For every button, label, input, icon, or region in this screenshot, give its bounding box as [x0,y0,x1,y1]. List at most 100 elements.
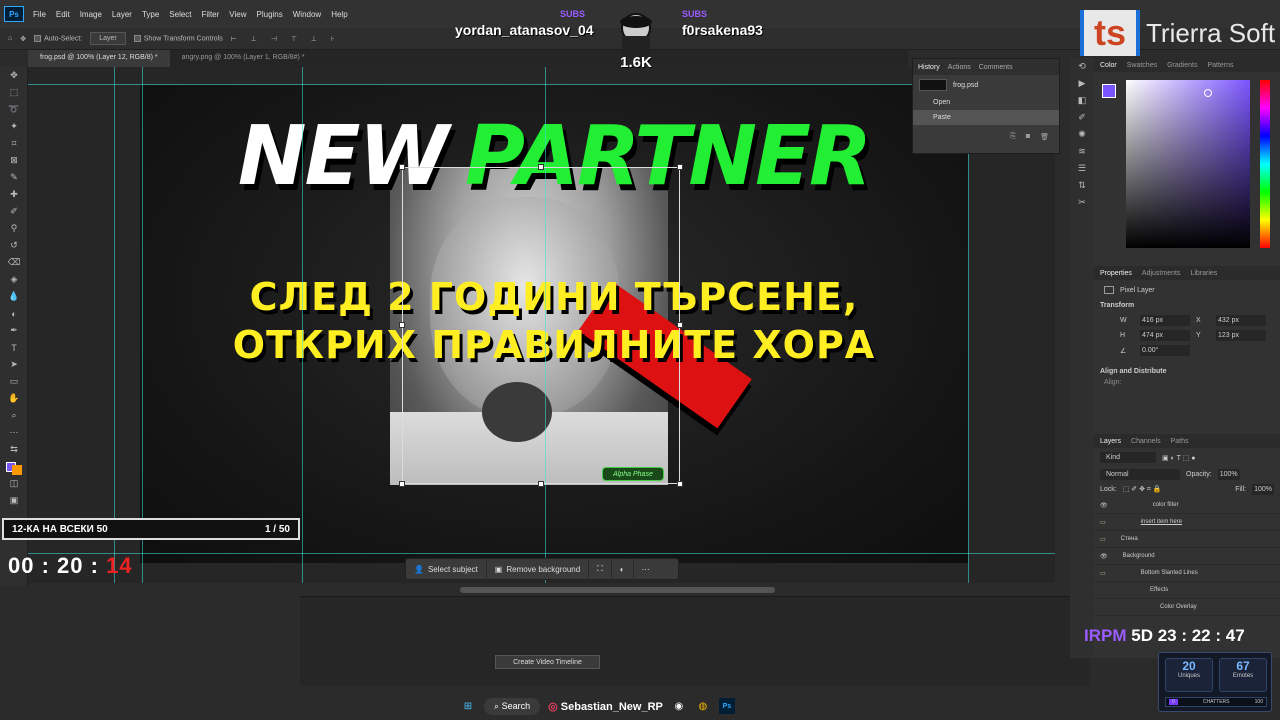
path-select-icon[interactable]: ➤ [0,356,28,373]
tools-panel-icon[interactable]: ✂ [1070,194,1094,211]
transform-icon[interactable]: ⛶ [589,558,612,580]
tab-history[interactable]: History [918,64,940,71]
magic-wand-icon[interactable]: ✦ [0,118,28,135]
menu-type[interactable]: Type [137,10,164,19]
brush-panel-icon[interactable]: ✐ [1070,109,1094,126]
frame-icon[interactable]: ⊠ [0,152,28,169]
zoom-icon[interactable]: ⌕ [0,407,28,424]
adjust-panel-icon[interactable]: ⇅ [1070,177,1094,194]
menu-view[interactable]: View [224,10,251,19]
transform-handle-t[interactable] [538,164,544,170]
tab-gradients[interactable]: Gradients [1167,62,1197,69]
tab-layers[interactable]: Layers [1100,438,1121,445]
fill-field[interactable]: 100% [1252,484,1274,495]
move-tool-icon[interactable]: ✥ [20,35,26,43]
wave-icon[interactable]: ≋ [1070,143,1094,160]
create-video-timeline-button[interactable]: Create Video Timeline [495,655,600,669]
move-icon[interactable]: ✥ [0,67,28,84]
layer-row[interactable]: Effects [1094,582,1280,599]
menu-file[interactable]: File [28,10,51,19]
opacity-field[interactable]: 100% [1217,469,1240,480]
app-icon[interactable]: ◉ [671,698,687,714]
hue-slider[interactable] [1260,80,1270,248]
remove-background-button[interactable]: ▣ Remove background [487,558,590,580]
quick-mask-icon[interactable]: ◫ [0,475,28,492]
photoshop-taskbar-icon[interactable]: Ps [718,698,735,714]
more-tools-icon[interactable]: ⋯ [0,424,28,441]
chrome-icon[interactable]: ◍ [695,698,711,714]
history-panel-icon[interactable]: ⟲ [1070,58,1094,75]
color-picker-field[interactable] [1126,80,1250,248]
lock-icons[interactable]: ⬚ ✐ ✥ ⌗ 🔒 [1123,485,1162,494]
crop-icon[interactable]: ⌗ [0,135,28,152]
menu-image[interactable]: Image [75,10,107,19]
layer-row[interactable]: 👁 color filter [1094,497,1280,514]
sliders-icon[interactable]: ☰ [1070,160,1094,177]
tab-comments[interactable]: Comments [979,64,1013,71]
tab-paths[interactable]: Paths [1171,438,1189,445]
history-snapshot[interactable]: frog.psd [913,75,1059,95]
more-icon[interactable]: ⋯ [634,558,658,580]
color-swatches-icon[interactable] [0,458,28,475]
pen-icon[interactable]: ✒ [0,322,28,339]
blend-mode-dropdown[interactable]: Normal [1100,469,1180,480]
shape-icon[interactable]: ▭ [0,373,28,390]
bucket-icon[interactable]: ◈ [0,271,28,288]
tab-adjustments[interactable]: Adjustments [1142,270,1181,277]
transform-handle-br[interactable] [677,481,683,487]
type-icon[interactable]: T [0,339,28,356]
transform-handle-l[interactable] [399,322,405,328]
height-field[interactable]: 474 px [1140,330,1190,341]
trash-icon[interactable]: 🗑 [1040,133,1049,141]
windows-start-icon[interactable]: ⊞ [460,698,476,714]
x-field[interactable]: 432 px [1216,315,1266,326]
eyedropper-icon[interactable]: ✎ [0,169,28,186]
align-icons[interactable]: ⊢ ⊥ ⊣ ⊤ ⊥ ⊦ [231,35,341,43]
auto-select-checkbox[interactable]: Auto-Select: [34,34,82,42]
select-subject-button[interactable]: 👤 Select subject [406,558,487,580]
layer-row[interactable]: 👁 Background [1094,548,1280,565]
tab-channels[interactable]: Channels [1131,438,1161,445]
menu-filter[interactable]: Filter [197,10,225,19]
layer-row[interactable]: Color Overlay [1094,599,1280,616]
menu-window[interactable]: Window [288,10,326,19]
adjust-icon[interactable]: ◐ [612,558,634,580]
brush-icon[interactable]: ✐ [0,203,28,220]
layer-row[interactable]: ▭ insert item here [1094,514,1280,531]
eraser-icon[interactable]: ⌫ [0,254,28,271]
history-state-open[interactable]: Open [913,95,1059,110]
transform-bounding-box[interactable] [402,167,680,484]
menu-help[interactable]: Help [326,10,352,19]
width-field[interactable]: 416 px [1140,315,1190,326]
menu-plugins[interactable]: Plugins [252,10,288,19]
color-picker-cursor[interactable] [1204,89,1212,97]
play-icon[interactable]: ▶ [1070,75,1094,92]
history-state-paste[interactable]: Paste [913,110,1059,125]
tab-patterns[interactable]: Patterns [1207,62,1233,69]
taskbar-search[interactable]: ⌕ Search [484,697,541,715]
layers-icon[interactable]: ◧ [1070,92,1094,109]
foreground-swatch[interactable] [1102,84,1116,98]
tab-properties[interactable]: Properties [1100,270,1132,277]
menu-edit[interactable]: Edit [51,10,75,19]
home-icon[interactable]: ⌂ [8,35,12,42]
tab-frog[interactable]: frog.psd @ 100% (Layer 12, RGB/8) * [28,50,170,67]
history-brush-icon[interactable]: ↺ [0,237,28,254]
dodge-icon[interactable]: ◐ [0,305,28,322]
taskbar-app-title[interactable]: ◎ Sebastian_New_RP [548,700,663,713]
swap-colors-icon[interactable]: ⇆ [0,441,28,458]
hand-icon[interactable]: ✋ [0,390,28,407]
kind-filter-dropdown[interactable]: Kind [1100,452,1156,463]
tab-libraries[interactable]: Libraries [1190,270,1217,277]
tab-angry[interactable]: angry.png @ 100% (Layer 1, RGB/8#) * [170,50,317,67]
transform-handle-r[interactable] [677,322,683,328]
snapshot-icon[interactable]: ⎘ [1010,133,1016,141]
layer-filter-icons[interactable]: ▣ ◐ T ⬚ ● [1162,454,1196,462]
layer-row[interactable]: ▭ Bottom Slanted Lines [1094,565,1280,582]
show-transform-checkbox[interactable]: Show Transform Controls [133,34,223,42]
blur-icon[interactable]: 💧 [0,288,28,305]
healing-icon[interactable]: ✚ [0,186,28,203]
screen-mode-icon[interactable]: ▣ [0,492,28,509]
stamp-icon[interactable]: ⚲ [0,220,28,237]
transform-handle-tr[interactable] [677,164,683,170]
